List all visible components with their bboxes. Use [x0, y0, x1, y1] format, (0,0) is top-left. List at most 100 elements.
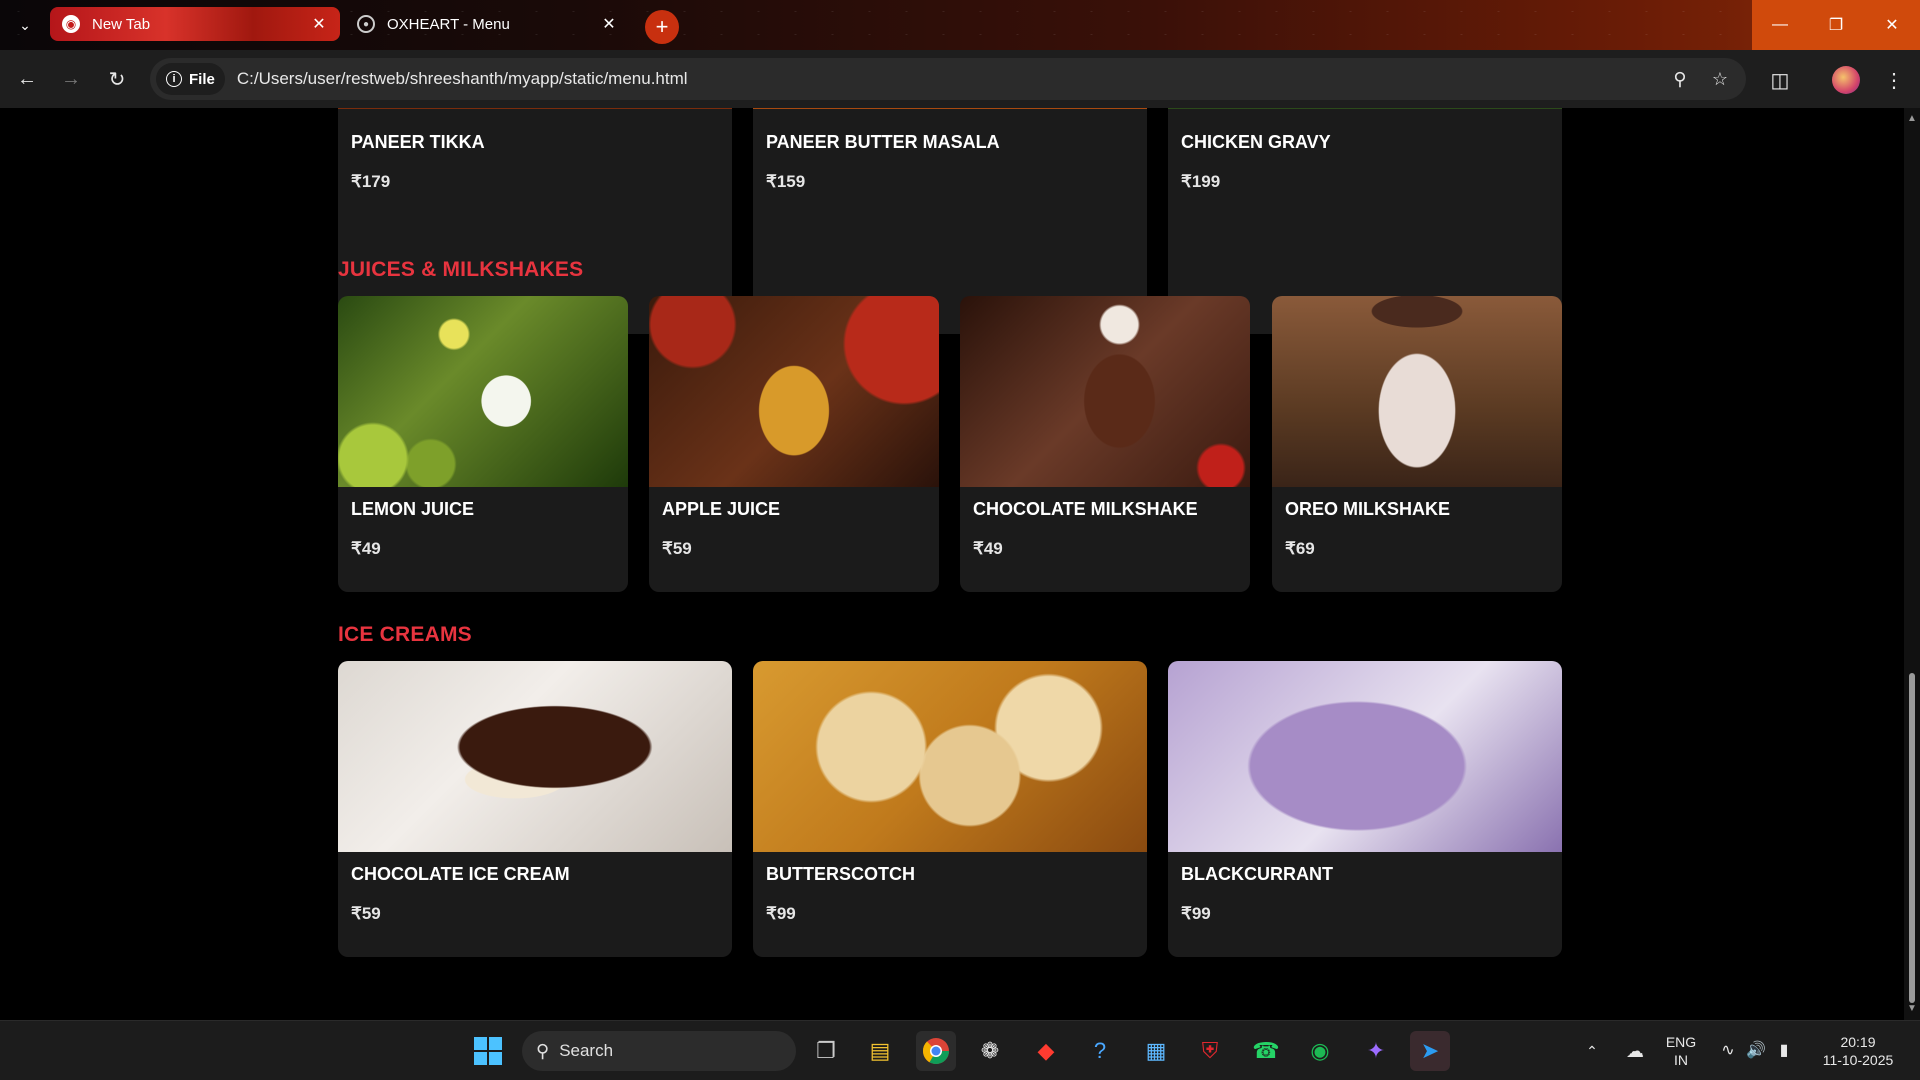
section-title-juices: JUICES & MILKSHAKES [338, 258, 584, 281]
task-view-icon[interactable]: ❐ [806, 1031, 846, 1071]
onedrive-cloud-icon[interactable]: ☁ [1620, 1031, 1650, 1071]
lemon-juice-image [338, 296, 628, 487]
tab-oxheart-menu[interactable]: ● OXHEART - Menu ✕ [345, 7, 630, 41]
clock-time: 20:19 [1840, 1034, 1876, 1050]
search-label: Search [559, 1041, 614, 1060]
item-price: ₹59 [662, 539, 692, 558]
oreo-milkshake-image [1272, 296, 1562, 487]
item-price: ₹179 [351, 172, 391, 191]
butterscotch-image [753, 661, 1147, 852]
bookmark-star-icon[interactable]: ☆ [1700, 59, 1740, 99]
chatgpt-icon[interactable]: ❁ [970, 1031, 1010, 1071]
tray-overflow-chevron-icon[interactable]: ⌃ [1580, 1031, 1604, 1071]
help-app-icon[interactable]: ? [1080, 1031, 1120, 1071]
close-tab-icon[interactable]: ✕ [310, 14, 328, 34]
apple-juice-image [649, 296, 939, 487]
mcafee-icon[interactable]: ⛨ [1190, 1031, 1230, 1071]
restore-button[interactable]: ❐ [1808, 0, 1864, 50]
scroll-down-arrow-icon[interactable]: ▼ [1907, 1004, 1917, 1014]
wifi-icon[interactable]: ∿ [1716, 1031, 1740, 1071]
clock[interactable]: 20:19 11-10-2025 [1808, 1031, 1908, 1071]
new-tab-button[interactable]: + [645, 10, 679, 44]
menu-card[interactable]: APPLE JUICE ₹59 [649, 296, 939, 592]
item-name: CHICKEN GRAVY [1181, 132, 1331, 152]
chicken-gravy-image [1168, 108, 1562, 109]
chocolate-ice-cream-image [338, 661, 732, 852]
red-app-icon[interactable]: ◆ [1026, 1031, 1066, 1071]
menu-card[interactable]: CHOCOLATE ICE CREAM ₹59 [338, 661, 732, 957]
item-name: PANEER BUTTER MASALA [766, 132, 1000, 152]
close-window-button[interactable]: ✕ [1864, 0, 1920, 50]
item-price: ₹59 [351, 904, 381, 923]
menu-page: PANEER TIKKA ₹179 PANEER BUTTER MASALA ₹… [0, 108, 1904, 1020]
item-name: CHOCOLATE MILKSHAKE [973, 499, 1198, 519]
blackcurrant-image [1168, 661, 1562, 852]
tab-new-tab[interactable]: ◉ New Tab ✕ [50, 7, 340, 41]
language-indicator[interactable]: ENG IN [1660, 1031, 1702, 1071]
back-arrow-icon[interactable]: ← [12, 64, 42, 94]
info-icon: i [166, 71, 182, 87]
windows-taskbar: ⚲ Search ❐ ▤ ❁ ◆ ? ▦ ⛨ ☎ ◉ ✦ ➤ ⌃ ☁ ENG I… [0, 1020, 1920, 1080]
spotify-icon[interactable]: ◉ [1300, 1031, 1340, 1071]
item-price: ₹69 [1285, 539, 1315, 558]
language-code: ENG [1665, 1034, 1697, 1050]
menu-card[interactable]: OREO MILKSHAKE ₹69 [1272, 296, 1562, 592]
chrome-icon: ◉ [62, 15, 80, 33]
menu-card[interactable]: BLACKCURRANT ₹99 [1168, 661, 1562, 957]
tab-title: OXHEART - Menu [387, 15, 510, 33]
menu-card[interactable]: CHOCOLATE MILKSHAKE ₹49 [960, 296, 1250, 592]
scroll-thumb[interactable] [1909, 673, 1915, 1003]
item-price: ₹99 [766, 904, 796, 923]
page-scrollbar[interactable]: ▲ ▼ [1904, 108, 1920, 1020]
clock-date: 11-10-2025 [1822, 1052, 1894, 1068]
paneer-tikka-image [338, 108, 732, 109]
section-title-ice-creams: ICE CREAMS [338, 623, 472, 646]
scheme-label: File [189, 70, 215, 88]
item-name: APPLE JUICE [662, 499, 781, 519]
reload-icon[interactable]: ↻ [102, 64, 132, 94]
extensions-icon[interactable]: ◫ [1764, 64, 1796, 96]
url-text[interactable]: C:/Users/user/restweb/shreeshanth/myapp/… [237, 69, 1660, 89]
item-name: LEMON JUICE [351, 499, 475, 519]
item-name: OREO MILKSHAKE [1285, 499, 1451, 519]
chrome-taskbar-icon[interactable] [916, 1031, 956, 1071]
item-price: ₹49 [973, 539, 1003, 558]
paneer-butter-masala-image [753, 108, 1147, 109]
battery-icon[interactable]: ▮ [1772, 1031, 1796, 1071]
item-name: BUTTERSCOTCH [766, 864, 915, 884]
vscode-icon[interactable]: ➤ [1410, 1031, 1450, 1071]
menu-card[interactable]: BUTTERSCOTCH ₹99 [753, 661, 1147, 957]
volume-icon[interactable]: 🔊 [1744, 1031, 1768, 1071]
site-info-chip[interactable]: i File [156, 63, 225, 95]
taskbar-search[interactable]: ⚲ Search [522, 1031, 796, 1071]
minimize-button[interactable]: — [1752, 0, 1808, 50]
menu-kebab-icon[interactable]: ⋮ [1878, 64, 1910, 96]
item-price: ₹159 [766, 172, 806, 191]
scroll-up-arrow-icon[interactable]: ▲ [1907, 114, 1917, 124]
item-name: BLACKCURRANT [1181, 864, 1333, 884]
search-icon: ⚲ [536, 1040, 550, 1061]
item-price: ₹99 [1181, 904, 1211, 923]
item-name: PANEER TIKKA [351, 132, 485, 152]
tab-strip: ⌄ ◉ New Tab ✕ ● OXHEART - Menu ✕ + — ❐ ✕ [0, 0, 1920, 50]
tab-title: New Tab [92, 15, 151, 33]
whatsapp-icon[interactable]: ☎ [1246, 1031, 1286, 1071]
copilot-icon[interactable]: ✦ [1356, 1031, 1396, 1071]
menu-card[interactable]: LEMON JUICE ₹49 [338, 296, 628, 592]
chocolate-milkshake-image [960, 296, 1250, 487]
item-price: ₹49 [351, 539, 381, 558]
store-icon[interactable]: ▦ [1136, 1031, 1176, 1071]
item-price: ₹199 [1181, 172, 1221, 191]
close-tab-icon[interactable]: ✕ [600, 14, 618, 34]
tab-search-chevron-icon[interactable]: ⌄ [12, 12, 38, 38]
browser-toolbar: ← → ↻ i File C:/Users/user/restweb/shree… [0, 50, 1920, 108]
forward-arrow-icon[interactable]: → [56, 64, 86, 94]
windows-start-icon[interactable] [468, 1031, 508, 1071]
profile-avatar[interactable] [1830, 64, 1862, 96]
globe-icon: ● [357, 15, 375, 33]
zoom-icon[interactable]: ⚲ [1660, 59, 1700, 99]
address-bar[interactable]: i File C:/Users/user/restweb/shreeshanth… [150, 58, 1746, 100]
item-name: CHOCOLATE ICE CREAM [351, 864, 570, 884]
file-explorer-icon[interactable]: ▤ [860, 1031, 900, 1071]
language-region: IN [1674, 1052, 1688, 1068]
